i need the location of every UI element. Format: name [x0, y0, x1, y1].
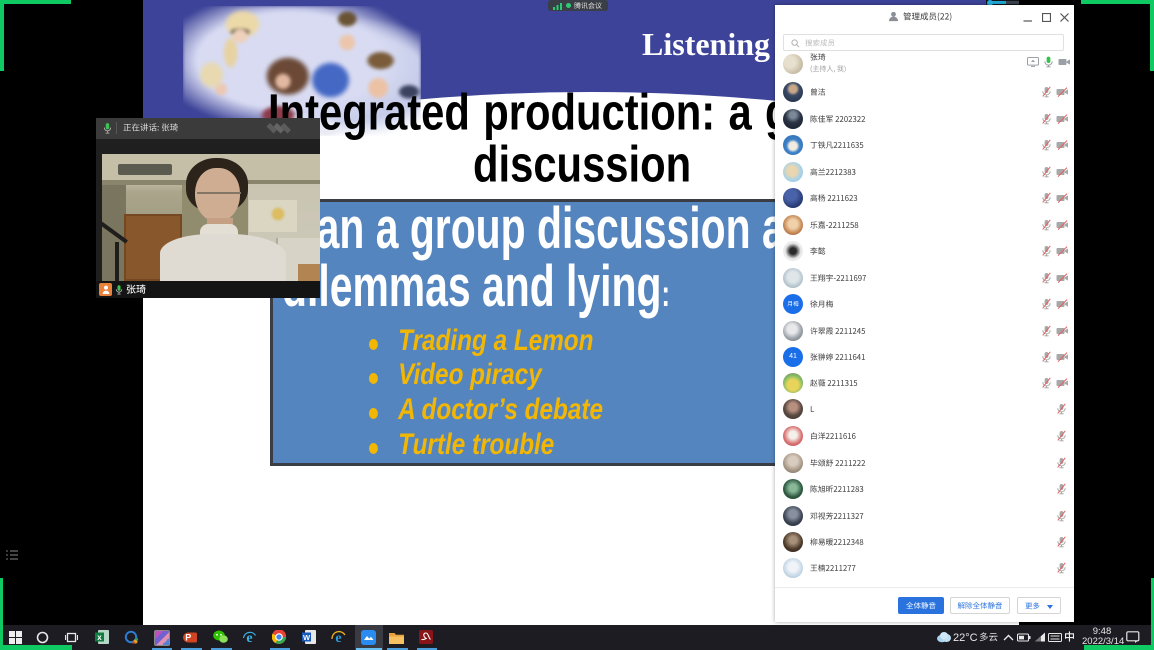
svg-text:x: x: [97, 633, 102, 642]
svg-text:W: W: [303, 633, 311, 642]
svg-text:P: P: [185, 633, 191, 643]
svg-text:e: e: [335, 631, 341, 644]
